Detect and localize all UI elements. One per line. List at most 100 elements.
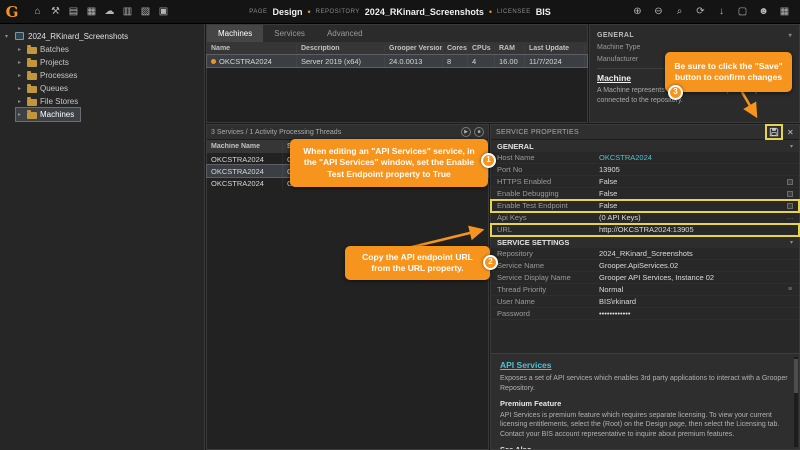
property-row-https-enabled[interactable]: HTTPS EnabledFalse <box>491 176 799 188</box>
property-value: False <box>599 201 781 210</box>
save-button[interactable] <box>767 126 781 138</box>
chevron-down-icon[interactable]: ▾ <box>790 143 793 150</box>
help-title-link[interactable]: API Services <box>500 360 790 370</box>
cloud-icon[interactable]: ☁ <box>102 4 117 20</box>
column-header-cpus: CPUs <box>468 45 495 52</box>
property-value: 13905 <box>599 165 781 174</box>
apps-icon[interactable]: ▦ <box>777 4 792 20</box>
callout-copy-url: Copy the API endpoint URL from the URL p… <box>345 246 490 280</box>
sidebar-item-file-stores[interactable]: ▸File Stores <box>16 95 84 108</box>
property-value: Grooper.ApiServices.02 <box>599 261 781 270</box>
add-circle-icon[interactable]: ⊕ <box>630 4 645 20</box>
property-row-user-name[interactable]: User NameBIS\rkinard <box>491 296 799 308</box>
callout-text: When editing an "API Services" service, … <box>299 146 479 179</box>
sidebar-item-batches[interactable]: ▸Batches <box>16 43 75 56</box>
property-row-service-name[interactable]: Service NameGrooper.ApiServices.02 <box>491 260 799 272</box>
machine-cell: 11/7/2024 <box>525 55 585 67</box>
checkbox-icon[interactable] <box>787 179 793 185</box>
callout-text: Be sure to click the "Save" button to co… <box>674 61 783 83</box>
grooper-logo-icon[interactable]: G <box>0 3 24 21</box>
property-label: Thread Priority <box>497 285 599 294</box>
scrollbar-thumb[interactable] <box>794 359 798 393</box>
tools-icon[interactable]: ⚒ <box>48 4 63 20</box>
sidebar-root-node[interactable]: ▾ 2024_RKinard_Screenshots <box>0 29 204 43</box>
machines-table-header: NameDescriptionGrooper VersionCoresCPUsR… <box>207 42 587 55</box>
chevron-down-icon[interactable]: ▾ <box>789 32 792 39</box>
property-row-repository[interactable]: Repository2024_RKinard_Screenshots <box>491 248 799 260</box>
sidebar-item-processes[interactable]: ▸ Processes <box>16 69 83 82</box>
step-badge-1: 1 <box>481 153 496 168</box>
tab-services[interactable]: Services <box>263 25 316 42</box>
property-value: (0 API Keys) <box>599 213 781 222</box>
machines-icon[interactable]: ▣ <box>156 4 171 20</box>
chevron-down-icon[interactable]: ▾ <box>790 239 793 246</box>
help-intro-text: Exposes a set of API services which enab… <box>500 374 790 394</box>
property-label: Port No <box>497 165 599 174</box>
breadcrumb-separator: • <box>308 7 311 17</box>
licensee-value[interactable]: BIS <box>536 7 551 17</box>
chevron-right-icon[interactable]: ▸ <box>18 111 24 118</box>
premium-feature-text: API Services is premium feature which re… <box>500 411 790 440</box>
property-value: OKCSTRA2024 <box>599 153 781 162</box>
property-row-thread-priority[interactable]: Thread PriorityNormal≡ <box>491 284 799 296</box>
property-row-password[interactable]: Password•••••••••••• <box>491 308 799 320</box>
sidebar-item-label: Processes <box>40 71 77 80</box>
property-row-port-no[interactable]: Port No13905 <box>491 164 799 176</box>
refresh-icon[interactable]: ⟳ <box>693 4 708 20</box>
batches-icon[interactable]: ▤ <box>66 4 81 20</box>
property-row-enable-test-endpoint[interactable]: Enable Test EndpointFalse <box>491 200 799 212</box>
jobs-icon[interactable]: ▥ <box>120 4 135 20</box>
sidebar-item-projects[interactable]: ▸Projects <box>16 56 75 69</box>
user-icon[interactable]: ☻ <box>756 4 771 20</box>
sidebar-item-queues[interactable]: ▸Queues <box>16 82 74 95</box>
chevron-right-icon[interactable]: ▸ <box>18 59 24 66</box>
property-row-service-display-name[interactable]: Service Display NameGrooper API Services… <box>491 272 799 284</box>
tab-advanced[interactable]: Advanced <box>316 25 374 42</box>
remove-circle-icon[interactable]: ⊖ <box>651 4 666 20</box>
folder-icon <box>27 112 37 119</box>
property-label: Service Display Name <box>497 273 599 282</box>
chevron-right-icon[interactable]: ▸ <box>18 98 24 105</box>
property-row-api-keys[interactable]: Api Keys(0 API Keys)… <box>491 212 799 224</box>
machine-cell: 8 <box>443 55 468 67</box>
chevron-right-icon[interactable]: ▸ <box>18 72 24 79</box>
ellipsis-button[interactable]: … <box>787 214 794 221</box>
machine-row[interactable]: OKCSTRA2024Server 2019 (x64)24.0.0013841… <box>207 55 587 67</box>
home-icon[interactable]: ⌂ <box>30 4 45 20</box>
general-section-header[interactable]: GENERAL ▾ <box>597 29 792 41</box>
download-icon[interactable]: ↓ <box>714 4 729 20</box>
sidebar-item-machines[interactable]: ▸Machines <box>16 108 80 121</box>
chevron-right-icon[interactable]: ▸ <box>18 46 24 53</box>
stats-icon[interactable]: ▧ <box>138 4 153 20</box>
chevron-down-icon[interactable]: ▾ <box>5 33 11 40</box>
menu-icon[interactable]: ≡ <box>788 286 792 293</box>
stop-service-button[interactable]: ■ <box>474 127 484 137</box>
checkbox-icon[interactable] <box>787 203 793 209</box>
column-header-description: Description <box>297 45 385 52</box>
service-properties-header: SERVICE PROPERTIES ✕ <box>491 125 799 140</box>
licensee-label: LICENSEE <box>497 9 531 15</box>
scrollbar[interactable] <box>794 357 798 447</box>
property-row-host-name[interactable]: Host NameOKCSTRA2024 <box>491 152 799 164</box>
tab-machines[interactable]: Machines <box>207 25 263 42</box>
page-label: PAGE <box>249 9 267 15</box>
search-icon[interactable]: ⌕ <box>672 4 687 20</box>
property-label: Host Name <box>497 153 599 162</box>
chevron-right-icon[interactable]: ▸ <box>18 85 24 92</box>
close-icon[interactable]: ✕ <box>787 128 794 137</box>
imports-icon[interactable]: ▦ <box>84 4 99 20</box>
section-label: GENERAL <box>497 142 534 151</box>
checkbox-icon[interactable] <box>787 191 793 197</box>
service-cell: OKCSTRA2024 <box>207 153 283 165</box>
repository-value[interactable]: 2024_RKinard_Screenshots <box>365 7 484 17</box>
page-value[interactable]: Design <box>273 7 303 17</box>
start-service-button[interactable]: ▶ <box>461 127 471 137</box>
property-section-general[interactable]: GENERAL ▾ <box>491 140 799 152</box>
machine-cell: Server 2019 (x64) <box>297 55 385 67</box>
monitor-icon[interactable]: ▢ <box>735 4 750 20</box>
property-row-enable-debugging[interactable]: Enable DebuggingFalse <box>491 188 799 200</box>
general-section-label: GENERAL <box>597 32 634 39</box>
property-row-url[interactable]: URLhttp://OKCSTRA2024:13905 <box>491 224 799 236</box>
property-section-service-settings[interactable]: SERVICE SETTINGS▾ <box>491 236 799 248</box>
property-value: BIS\rkinard <box>599 297 781 306</box>
